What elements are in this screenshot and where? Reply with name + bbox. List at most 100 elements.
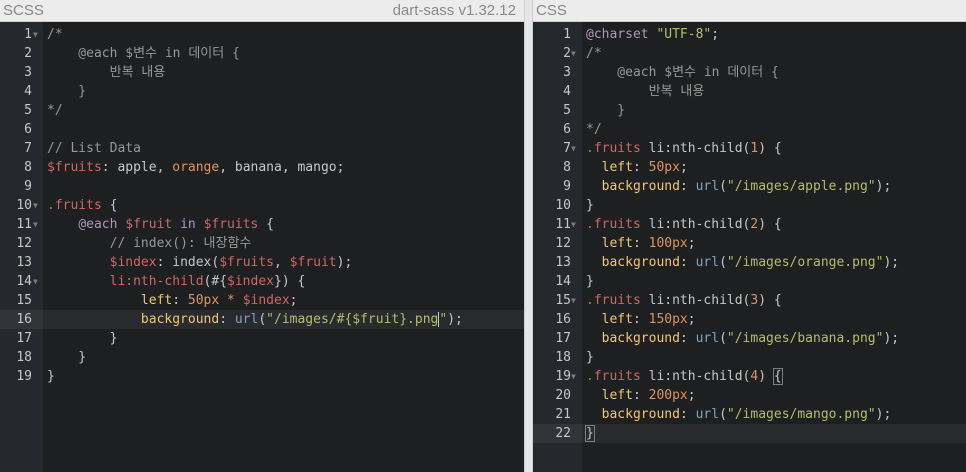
code-line[interactable]: // List Data [43,139,524,158]
scss-pane-title: SCSS [3,2,44,19]
line-number: 19 [16,369,32,384]
code-token: $fruits [47,160,102,175]
fold-arrow-icon[interactable]: ▼ [571,44,576,63]
code-line[interactable]: background: url("/images/banana.png"); [582,329,966,348]
code-line[interactable]: .fruits { [43,196,524,215]
code-line[interactable]: */ [43,101,524,120]
fold-arrow-icon[interactable]: ▼ [571,139,576,158]
css-pane: CSS 1 2 ▼ 3 4 5 6 7 ▼ 8 9 10 11 ▼ 12 13 14 15 ▼ 16 17 18 19 ▼ 20… [533,0,966,472]
fold-arrow-icon[interactable]: ▼ [571,291,576,310]
code-line[interactable]: .fruits li:nth-child(3) { [582,291,966,310]
code-line[interactable]: 반복 내용 [582,82,966,101]
line-number: 9 [24,179,32,194]
code-line[interactable] [43,120,524,139]
code-line[interactable]: @each $fruit in $fruits { [43,215,524,234]
code-line[interactable]: .fruits li:nth-child(1) { [582,139,966,158]
code-token: $index [242,293,290,308]
code-line[interactable]: $fruits: apple, orange, banana, mango; [43,158,524,177]
code-token: // List Data [47,141,141,156]
code-line[interactable]: /* [43,25,524,44]
code-line[interactable]: background: url("/images/apple.png"); [582,177,966,196]
code-line[interactable]: } [43,82,524,101]
code-line[interactable]: @charset "UTF-8"; [582,25,966,44]
code-line[interactable]: /* [582,44,966,63]
code-line[interactable]: $index: index($fruits, $fruit); [43,253,524,272]
code-line[interactable]: } [582,272,966,291]
line-number: 15 [16,293,32,308]
line-number: 7 [24,141,32,156]
code-token: background [601,407,680,422]
code-line[interactable]: // index(): 내장함수 [43,234,524,253]
line-number: 21 [555,407,571,422]
code-token: ); [883,331,900,346]
code-line[interactable]: } [43,348,524,367]
code-token: : index( [156,255,220,270]
fold-arrow-icon[interactable]: ▼ [33,272,38,291]
code-line[interactable]: */ [582,120,966,139]
fold-arrow-icon[interactable]: ▼ [571,215,576,234]
code-token: url [234,312,259,327]
line-number: 7 [563,141,571,156]
code-line[interactable]: } [43,329,524,348]
code-line[interactable]: } [582,101,966,120]
code-line[interactable]: left: 150px; [582,310,966,329]
fold-arrow-icon[interactable]: ▼ [33,25,38,44]
code-line[interactable]: left: 50px * $index; [43,291,524,310]
code-line[interactable]: @each $변수 in 데이터 { [43,44,524,63]
code-token: $index [227,274,274,289]
fold-arrow-icon[interactable]: ▼ [33,196,38,215]
code-line[interactable]: li:nth-child(#{$index}) { [43,272,524,291]
code-line[interactable]: } [43,367,524,386]
code-token: } [586,274,594,289]
line-number: 3 [563,65,571,80]
code-line[interactable]: left: 50px; [582,158,966,177]
code-token: " [439,312,448,327]
code-token: { [101,198,118,213]
code-line[interactable]: .fruits li:nth-child(2) { [582,215,966,234]
code-line[interactable]: background: url("/images/mango.png"); [582,405,966,424]
pane-splitter[interactable] [524,0,533,472]
line-number: 1 [563,27,571,42]
code-line[interactable]: @each $변수 in 데이터 { [582,63,966,82]
scss-code-area[interactable]: /* @each $변수 in 데이터 { 반복 내용 } */ // List D… [43,22,524,472]
code-token: background [601,255,680,270]
code-token: ); [883,255,900,270]
fold-arrow-icon[interactable]: ▼ [571,367,576,386]
code-token: : [632,160,649,175]
code-token: @each $변수 in 데이터 { [47,46,240,61]
code-token: ) { [758,217,782,232]
code-token: : [632,312,649,327]
code-token: 50px [648,160,680,175]
code-token: ); [875,407,892,422]
code-line[interactable]: background: url("/images/#{$fruit}.png")… [43,310,524,329]
code-line[interactable]: left: 200px; [582,386,966,405]
code-token: ( [258,312,267,327]
css-editor[interactable]: 1 2 ▼ 3 4 5 6 7 ▼ 8 9 10 11 ▼ 12 13 14 15 ▼ 16 17 18 19 ▼ 20 21 22… [533,22,966,472]
code-line[interactable]: } [582,424,966,443]
code-token: "/images/banana.png" [726,331,884,346]
code-line[interactable]: } [582,196,966,215]
code-token: li:nth-child [109,274,204,289]
code-token: li:nth-child( [640,217,751,232]
code-token: : [219,312,235,327]
code-token: ; [711,27,720,42]
code-token: ; [289,293,298,308]
line-number: 19 [555,369,571,384]
code-line[interactable]: background: url("/images/orange.png"); [582,253,966,272]
css-code-area[interactable]: @charset "UTF-8"; /* @each $변수 in 데이터 { 반… [582,22,966,472]
scss-editor[interactable]: 1 ▼ 2 3 4 5 6 7 8 9 10 ▼ 11 ▼ 12 13 14 ▼ 15 16 17 18 19 /* @ea… [0,22,524,472]
code-token: ( [719,179,727,194]
code-line[interactable]: .fruits li:nth-child(4) { [582,367,966,386]
code-line[interactable]: left: 100px; [582,234,966,253]
code-token: $index [109,255,157,270]
code-token: } [586,103,626,118]
code-token: url [695,255,720,270]
fold-arrow-icon[interactable]: ▼ [33,215,38,234]
code-line[interactable] [43,177,524,196]
code-line[interactable]: } [582,348,966,367]
code-token: @charset [586,27,649,42]
code-line[interactable]: 반복 내용 [43,63,524,82]
code-token: : [679,179,696,194]
